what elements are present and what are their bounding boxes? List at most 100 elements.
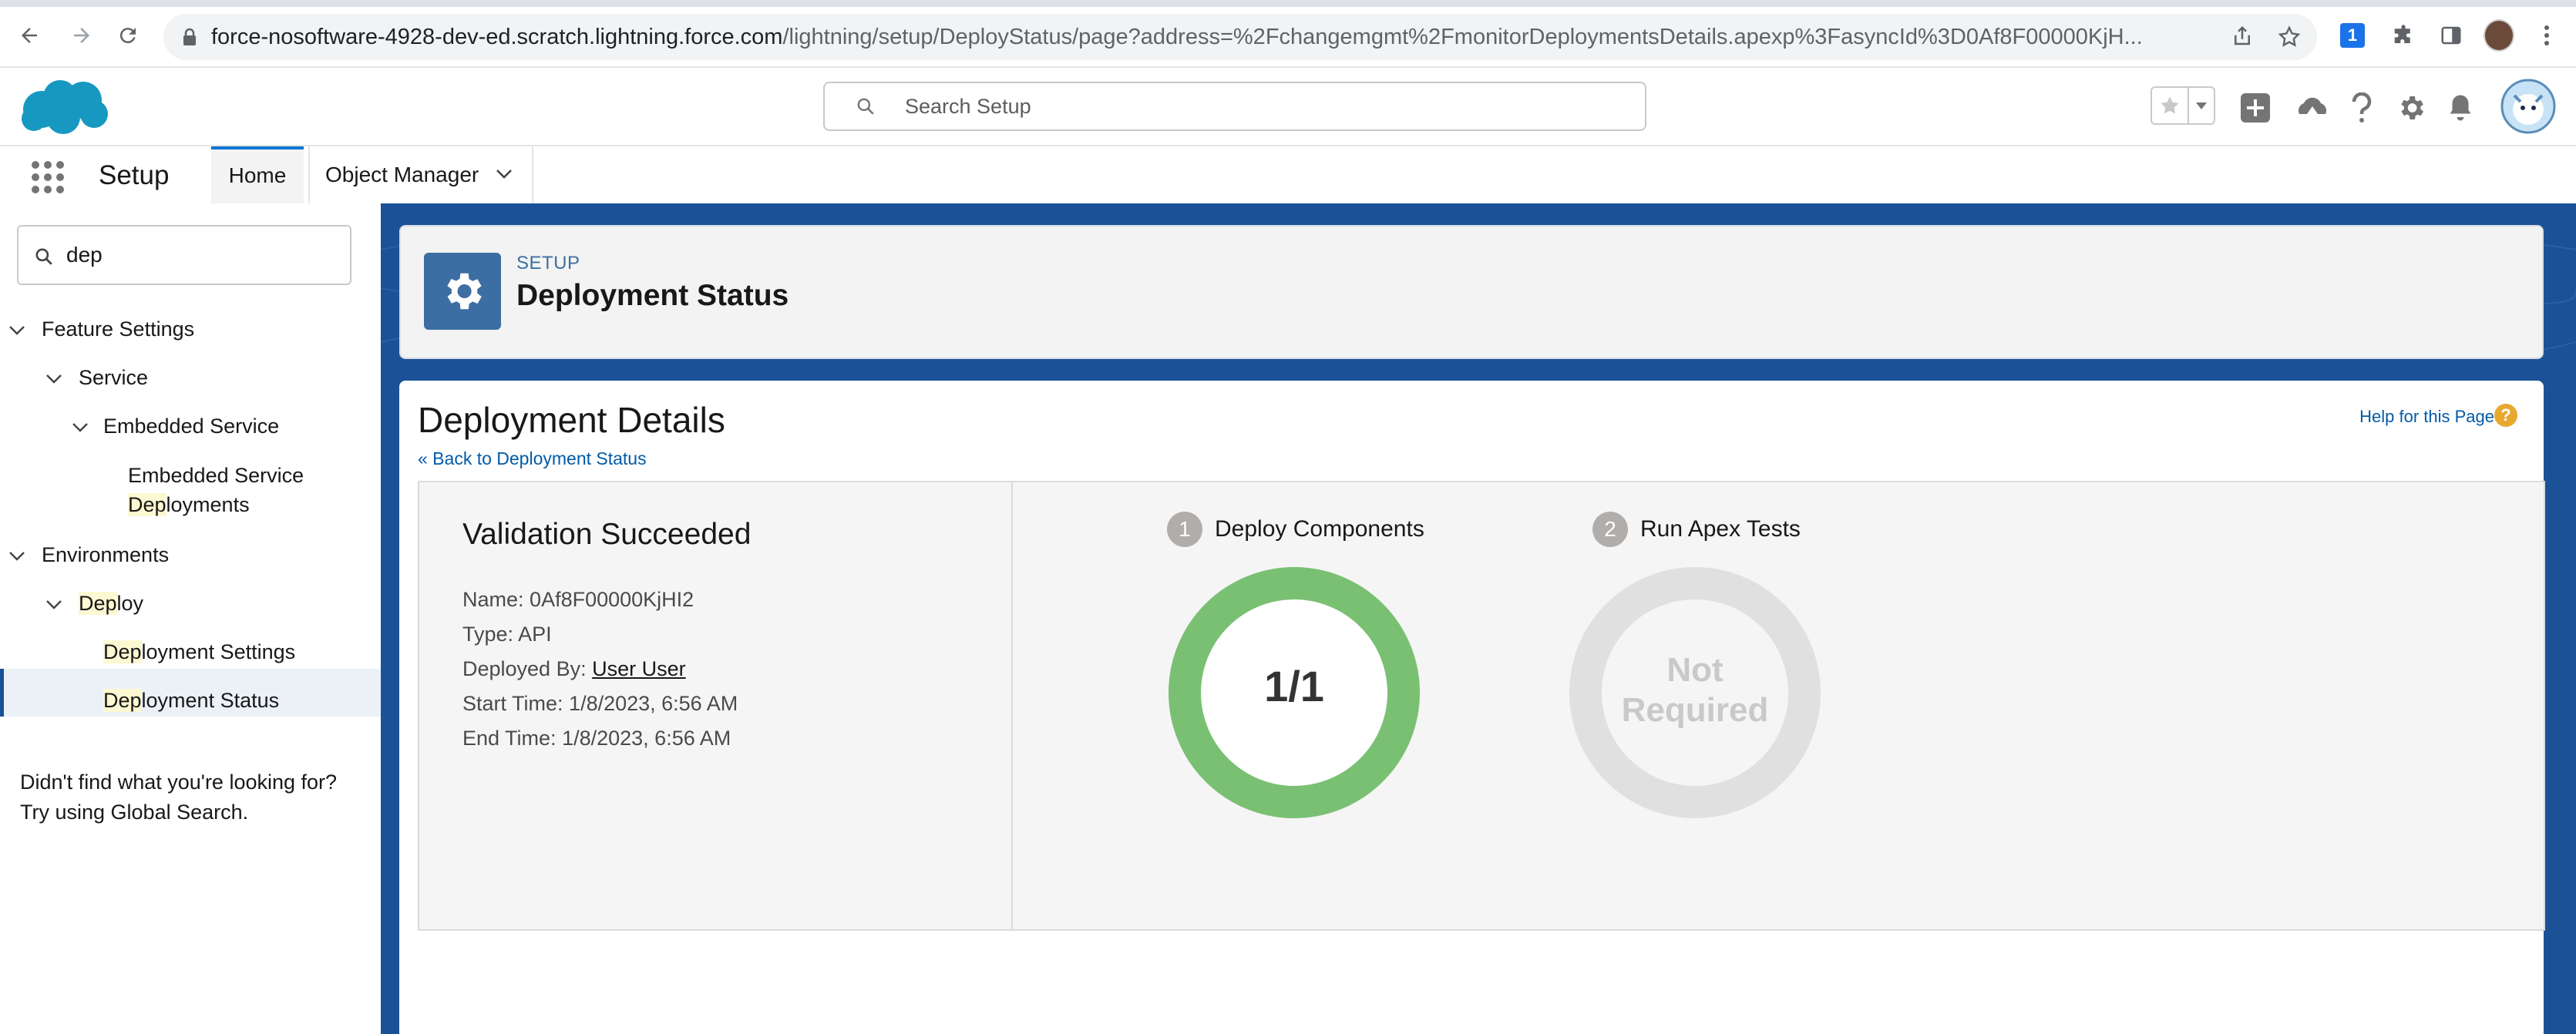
- step-1-count: 1/1: [1264, 662, 1324, 710]
- hint-line-2: Try using Global Search.: [20, 801, 249, 824]
- step-2-status-line1: Not: [1666, 651, 1723, 689]
- tree-item-label-line1: Embedded Service: [128, 464, 304, 487]
- help-icon[interactable]: [2343, 89, 2380, 126]
- deployed-by-user-link[interactable]: User User: [592, 657, 686, 680]
- share-icon[interactable]: [2231, 25, 2254, 48]
- url-text: force-nosoftware-4928-dev-ed.scratch.lig…: [211, 14, 2246, 60]
- help-for-this-page-link[interactable]: Help for this Page: [2359, 407, 2494, 427]
- detail-value: 1/8/2023, 6:56 AM: [562, 727, 731, 750]
- reload-icon[interactable]: [111, 18, 145, 52]
- setup-sidebar: dep Feature Settings Service Embedded Se…: [0, 203, 381, 1034]
- quick-find-value: dep: [66, 243, 103, 267]
- back-to-deployment-status-link[interactable]: « Back to Deployment Status: [418, 448, 647, 469]
- setup-search-input[interactable]: Search Setup: [823, 82, 1646, 131]
- global-actions-add-icon[interactable]: [2237, 89, 2274, 126]
- step-1-number: 1: [1167, 512, 1202, 547]
- setup-gear-icon[interactable]: [2393, 89, 2430, 126]
- search-match-highlight: Dep: [128, 493, 166, 516]
- app-name: Setup: [99, 160, 170, 190]
- tab-home[interactable]: Home: [211, 146, 304, 203]
- detail-name: Name: 0Af8F00000KjHI2: [462, 582, 694, 616]
- tree-item-embedded-service[interactable]: Embedded Service: [103, 411, 279, 441]
- url-path: /lightning/setup/DeployStatus/page?addre…: [782, 25, 2143, 49]
- page-header: SETUP Deployment Status: [399, 225, 2544, 359]
- url-host: force-nosoftware-4928-dev-ed.scratch.lig…: [211, 25, 783, 49]
- main-content: SETUP Deployment Status Deployment Detai…: [381, 203, 2576, 1034]
- tree-item-feature-settings[interactable]: Feature Settings: [42, 314, 194, 344]
- chevron-down-icon[interactable]: [495, 168, 513, 180]
- chevron-down-icon[interactable]: [71, 418, 89, 436]
- tree-item-environments[interactable]: Environments: [42, 540, 169, 569]
- tree-item-label-rest: loyment Status: [141, 689, 280, 712]
- detail-value: 1/8/2023, 6:56 AM: [569, 692, 738, 715]
- section-title: Deployment Details: [418, 400, 725, 440]
- page-eyebrow: SETUP: [516, 253, 580, 274]
- tree-item-service[interactable]: Service: [79, 363, 148, 392]
- star-icon[interactable]: [2152, 88, 2188, 123]
- extensions-puzzle-icon[interactable]: [2388, 20, 2419, 51]
- panel-divider: [1011, 482, 1013, 929]
- global-header: Search Setup: [0, 68, 2576, 145]
- address-bar[interactable]: force-nosoftware-4928-dev-ed.scratch.lig…: [163, 14, 2317, 60]
- bookmark-star-icon[interactable]: [2277, 25, 2302, 49]
- forward-icon[interactable]: [65, 18, 99, 52]
- browser-tab-strip: [0, 0, 2576, 7]
- detail-value: 0Af8F00000KjHI2: [530, 588, 694, 611]
- hint-line-1: Didn't find what you're looking for?: [20, 770, 338, 794]
- tree-item-label-rest: loyments: [166, 493, 250, 516]
- step-2-status-line2: Required: [1621, 691, 1769, 729]
- favorites-button[interactable]: [2151, 86, 2215, 125]
- detail-label: End Time:: [462, 727, 557, 750]
- detail-label: Start Time:: [462, 692, 563, 715]
- step-1-label: Deploy Components: [1215, 516, 1424, 542]
- tree-item-deployment-status[interactable]: Deployment Status: [103, 686, 279, 715]
- search-icon: [856, 96, 876, 116]
- password-manager-icon[interactable]: 1: [2337, 20, 2368, 51]
- tab-home-label: Home: [228, 163, 287, 187]
- global-search-hint: Didn't find what you're looking for? Try…: [20, 767, 367, 828]
- search-placeholder: Search Setup: [905, 95, 1031, 118]
- salesforce-cloud-logo[interactable]: [17, 74, 109, 139]
- chevron-down-icon[interactable]: [45, 595, 63, 613]
- step-2-label: Run Apex Tests: [1640, 516, 1801, 542]
- search-match-highlight: Dep: [103, 640, 142, 663]
- deployment-status-panel: Validation Succeeded Name: 0Af8F00000KjH…: [418, 481, 2545, 931]
- app-navigation-bar: Setup Home Object Manager: [0, 145, 2576, 203]
- help-question-icon[interactable]: ?: [2494, 404, 2517, 427]
- tree-item-deployment-settings[interactable]: Deployment Settings: [103, 637, 295, 666]
- search-icon: [34, 247, 54, 267]
- setup-gear-icon: [424, 253, 501, 330]
- side-panel-icon[interactable]: [2436, 20, 2467, 51]
- detail-type: Type: API: [462, 617, 552, 651]
- favorites-dropdown-icon[interactable]: [2188, 88, 2214, 123]
- detail-label: Deployed By:: [462, 657, 587, 680]
- chevron-down-icon[interactable]: [45, 369, 63, 388]
- notifications-bell-icon[interactable]: [2442, 89, 2479, 126]
- detail-value: API: [518, 623, 552, 646]
- detail-end-time: End Time: 1/8/2023, 6:56 AM: [462, 721, 731, 755]
- chevron-down-icon[interactable]: [8, 546, 26, 565]
- page-title: Deployment Status: [516, 279, 789, 312]
- user-avatar[interactable]: [2500, 79, 2556, 134]
- step-2-number: 2: [1592, 512, 1628, 547]
- tree-item-embedded-service-deployments[interactable]: Embedded Service Deployments: [128, 461, 304, 519]
- tab-object-manager[interactable]: Object Manager: [308, 146, 533, 203]
- chevron-down-icon[interactable]: [8, 321, 26, 339]
- validation-status-title: Validation Succeeded: [462, 518, 752, 551]
- app-launcher-icon[interactable]: [31, 160, 65, 194]
- tree-item-label-rest: loy: [116, 592, 144, 615]
- profile-avatar-icon[interactable]: [2484, 19, 2514, 52]
- back-icon[interactable]: [12, 18, 46, 52]
- browser-toolbar: force-nosoftware-4928-dev-ed.scratch.lig…: [0, 0, 2576, 68]
- quick-find-input[interactable]: dep: [17, 225, 351, 285]
- tab-object-manager-label: Object Manager: [325, 163, 479, 186]
- trailhead-guidance-icon[interactable]: [2294, 89, 2331, 126]
- search-match-highlight: Dep: [103, 689, 142, 712]
- browser-menu-icon[interactable]: [2531, 20, 2562, 51]
- lock-icon[interactable]: [182, 28, 197, 46]
- tree-item-deploy[interactable]: Deploy: [79, 589, 143, 618]
- search-match-highlight: Dep: [79, 592, 117, 615]
- deployment-details-card: Deployment Details « Back to Deployment …: [399, 381, 2545, 1034]
- detail-label: Name:: [462, 588, 524, 611]
- step-2-status: Not Required: [1568, 650, 1822, 730]
